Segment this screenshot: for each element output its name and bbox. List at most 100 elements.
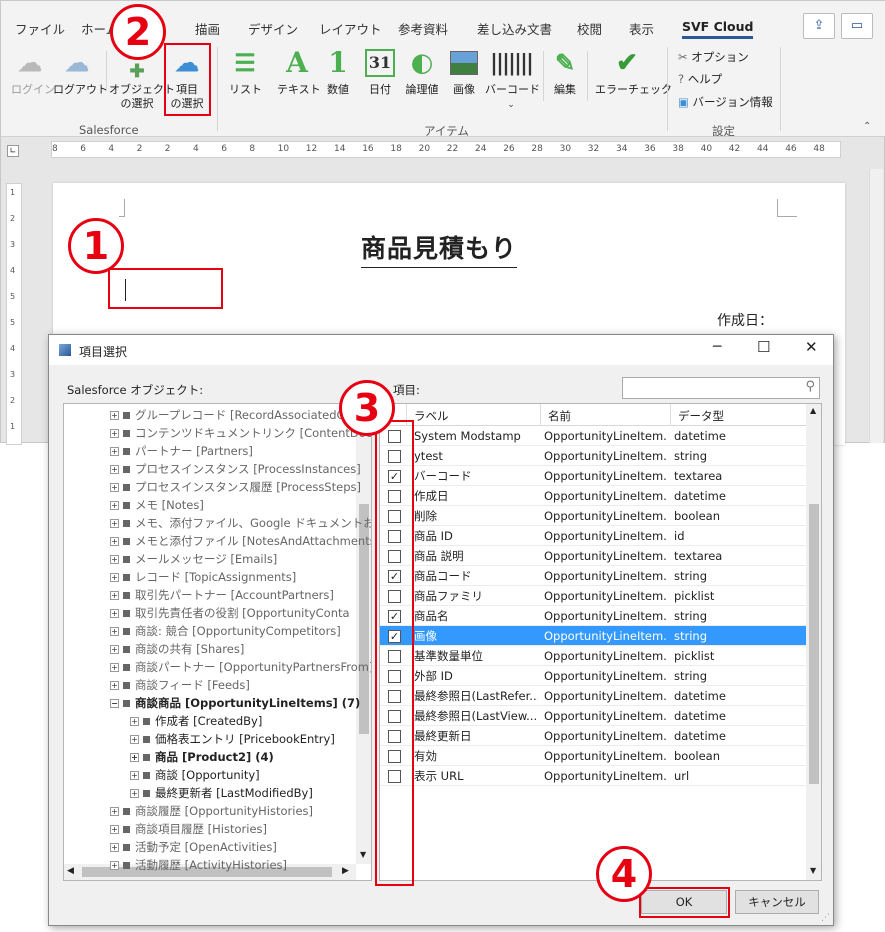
tree-node[interactable]: + 商談: 競合 [OpportunityCompetitors] <box>110 622 341 640</box>
maximize-icon[interactable]: ☐ <box>757 338 770 356</box>
expand-icon[interactable]: + <box>130 717 139 726</box>
tree-node[interactable]: + 活動予定 [OpenActivities] <box>110 838 277 856</box>
expand-icon[interactable]: + <box>130 789 139 798</box>
tree-node[interactable]: + 商談履歴 [OpportunityHistories] <box>110 802 313 820</box>
column-header-label[interactable]: ラベル <box>414 408 449 424</box>
tree-node[interactable]: + 取引先責任者の役割 [OpportunityConta <box>110 604 350 622</box>
tree-node[interactable]: + 活動履歴 [ActivityHistories] <box>110 856 287 874</box>
tab-draw[interactable]: 描画 <box>195 19 220 38</box>
version-info-button[interactable]: ▣ バージョン情報 <box>678 94 773 110</box>
column-header-name[interactable]: 名前 <box>548 408 571 424</box>
field-row[interactable]: ytest OpportunityLineItem... string <box>380 446 806 466</box>
tab-layout[interactable]: レイアウト <box>319 19 382 38</box>
search-input[interactable]: ⚲ <box>622 377 820 399</box>
field-row[interactable]: 削除 OpportunityLineItem... boolean <box>380 506 806 526</box>
barcode-button[interactable]: ||||||| バーコード ⌄ <box>485 47 540 112</box>
expand-icon[interactable]: + <box>110 465 119 474</box>
tree-node[interactable]: + 商談の共有 [Shares] <box>110 640 244 658</box>
collapse-ribbon-icon[interactable]: ⌃ <box>863 121 871 132</box>
expand-icon[interactable]: + <box>110 807 119 816</box>
field-row[interactable]: 最終更新日 OpportunityLineItem... datetime <box>380 726 806 746</box>
resize-grip-icon[interactable]: ⋰ <box>821 913 830 923</box>
scroll-right-icon[interactable]: ▶ <box>342 866 349 876</box>
grid-vertical-scrollbar[interactable]: ▲ ▼ <box>806 404 821 880</box>
error-check-button[interactable]: ✔ エラーチェック <box>595 47 672 97</box>
expand-icon[interactable]: + <box>110 519 119 528</box>
field-row[interactable]: 商品ファミリ OpportunityLineItem... picklist <box>380 586 806 606</box>
share-icon[interactable]: ⇪ <box>803 13 835 39</box>
comment-icon[interactable]: ▭ <box>841 13 873 39</box>
expand-icon[interactable]: + <box>110 447 119 456</box>
tab-file[interactable]: ファイル <box>15 19 65 38</box>
field-row[interactable]: 有効 OpportunityLineItem... boolean <box>380 746 806 766</box>
object-tree[interactable]: ▲ ▼ ◀ ▶ +グループレコード [RecordAssociatedGro+コ… <box>63 403 372 881</box>
field-row[interactable]: 商品 ID OpportunityLineItem... id <box>380 526 806 546</box>
tab-design[interactable]: デザイン <box>248 19 298 38</box>
tree-node[interactable]: + グループレコード [RecordAssociatedGro <box>110 406 357 424</box>
column-header-type[interactable]: データ型 <box>678 408 724 424</box>
tree-node[interactable]: + メモ [Notes] <box>110 496 204 514</box>
expand-icon[interactable]: + <box>110 843 119 852</box>
image-button[interactable]: 画像 <box>449 47 479 97</box>
tab-mailings[interactable]: 差し込み文書 <box>477 19 552 38</box>
tree-node[interactable]: + 取引先パートナー [AccountPartners] <box>110 586 334 604</box>
tree-node[interactable]: + 商談フィード [Feeds] <box>110 676 250 694</box>
expand-icon[interactable]: + <box>130 753 139 762</box>
expand-icon[interactable]: + <box>110 861 119 870</box>
tab-stop-selector-icon[interactable]: ∟ <box>7 145 19 157</box>
tree-node[interactable]: + 商談 [Opportunity] <box>130 766 260 784</box>
minimize-icon[interactable]: ─ <box>713 339 721 355</box>
field-row[interactable]: 最終参照日(LastView... OpportunityLineItem... d… <box>380 706 806 726</box>
expand-icon[interactable]: + <box>110 483 119 492</box>
expand-icon[interactable]: + <box>110 555 119 564</box>
text-button[interactable]: A テキスト <box>277 47 321 97</box>
tree-node[interactable]: + 商談パートナー [OpportunityPartnersFrom] <box>110 658 371 676</box>
expand-icon[interactable]: + <box>110 825 119 834</box>
date-button[interactable]: 31 日付 <box>363 47 397 97</box>
search-icon[interactable]: ⚲ <box>805 379 815 394</box>
field-row[interactable]: 商品 説明 OpportunityLineItem... textarea <box>380 546 806 566</box>
scroll-down-icon[interactable]: ▼ <box>810 866 816 875</box>
logic-button[interactable]: ◐ 論理値 <box>403 47 441 97</box>
help-button[interactable]: ? ヘルプ <box>678 71 722 87</box>
object-select-button[interactable]: ✚ オブジェクト の選択 <box>109 63 175 111</box>
field-grid[interactable]: ラベル 名前 データ型 ▲ ▼ System Modstamp Opportuni… <box>379 403 822 881</box>
expand-icon[interactable]: + <box>110 501 119 510</box>
expand-icon[interactable]: + <box>110 411 119 420</box>
tree-node[interactable]: + 価格表エントリ [PricebookEntry] <box>130 730 335 748</box>
tree-node[interactable]: + コンテンツドキュメントリンク [ContentDocu <box>110 424 371 442</box>
field-row[interactable]: System Modstamp OpportunityLineItem... dat… <box>380 426 806 446</box>
close-icon[interactable]: ✕ <box>805 338 818 356</box>
expand-icon[interactable]: + <box>110 681 119 690</box>
expand-icon[interactable]: + <box>110 537 119 546</box>
tree-node[interactable]: − 商談商品 [OpportunityLineItems] (7) <box>110 694 360 712</box>
tab-svf-cloud[interactable]: SVF Cloud <box>682 19 754 39</box>
option-button[interactable]: ✂ オプション <box>678 49 749 65</box>
tree-node[interactable]: + 商談項目履歴 [Histories] <box>110 820 267 838</box>
field-row[interactable]: 基準数量単位 OpportunityLineItem... picklist <box>380 646 806 666</box>
expand-icon[interactable]: + <box>110 591 119 600</box>
expand-icon[interactable]: + <box>130 771 139 780</box>
tree-node[interactable]: + プロセスインスタンス履歴 [ProcessSteps] <box>110 478 361 496</box>
expand-icon[interactable]: + <box>110 663 119 672</box>
field-row[interactable]: 作成日 OpportunityLineItem... datetime <box>380 486 806 506</box>
field-row[interactable]: 最終参照日(LastRefer... OpportunityLineItem...… <box>380 686 806 706</box>
tree-node[interactable]: + メモ、添付ファイル、Google ドキュメントおよび <box>110 514 371 532</box>
scroll-left-icon[interactable]: ◀ <box>67 866 74 876</box>
expand-icon[interactable]: + <box>110 429 119 438</box>
scroll-up-icon[interactable]: ▲ <box>810 406 816 415</box>
tree-node[interactable]: + メモと添付ファイル [NotesAndAttachments <box>110 532 371 550</box>
tree-node[interactable]: + 商品 [Product2] (4) <box>130 748 274 766</box>
tree-node[interactable]: + 最終更新者 [LastModifiedBy] <box>130 784 313 802</box>
list-button[interactable]: ☰ リスト <box>229 47 262 97</box>
tree-node[interactable]: + レコード [TopicAssignments] <box>110 568 296 586</box>
chevron-down-icon[interactable]: ⌄ <box>507 100 515 110</box>
field-row[interactable]: ✓ バーコード OpportunityLineItem... textarea <box>380 466 806 486</box>
number-button[interactable]: 1 数値 <box>323 47 353 97</box>
tree-node[interactable]: + プロセスインスタンス [ProcessInstances] <box>110 460 361 478</box>
scroll-thumb[interactable] <box>809 504 819 784</box>
scroll-down-icon[interactable]: ▼ <box>360 850 366 859</box>
expand-icon[interactable]: + <box>110 645 119 654</box>
tree-node[interactable]: + メールメッセージ [Emails] <box>110 550 277 568</box>
expand-icon[interactable]: + <box>130 735 139 744</box>
